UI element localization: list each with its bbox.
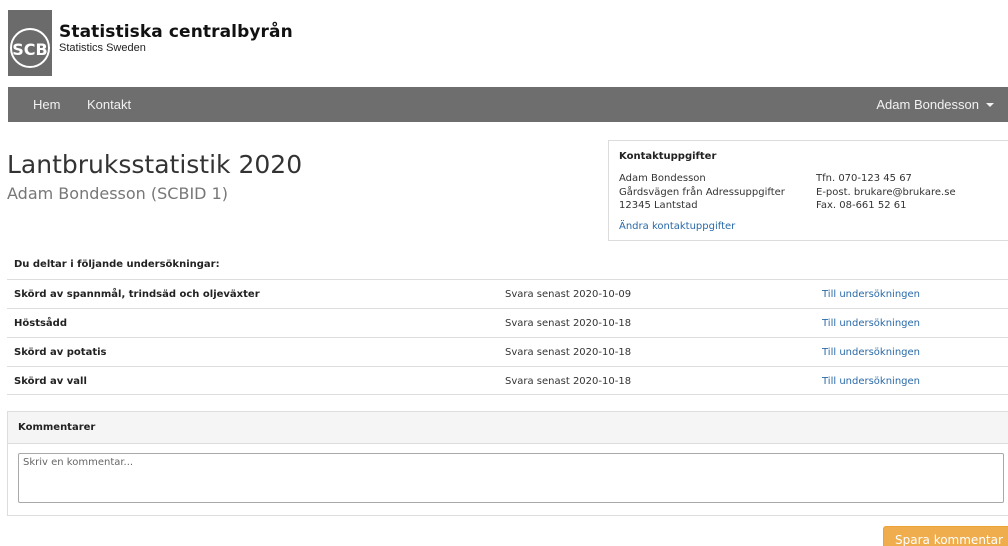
top-navbar: Hem Kontakt Adam Bondesson <box>8 87 1008 122</box>
survey-link[interactable]: Till undersökningen <box>822 376 920 387</box>
user-menu-label: Adam Bondesson <box>876 97 979 112</box>
logo-text: SCB <box>12 40 47 59</box>
page-title: Lantbruksstatistik 2020 <box>7 150 303 179</box>
save-comment-button[interactable]: Spara kommentar <box>883 526 1008 546</box>
survey-link[interactable]: Till undersökningen <box>822 289 920 300</box>
caret-down-icon <box>986 102 994 107</box>
survey-name: Höstsådd <box>14 318 67 329</box>
edit-contact-link[interactable]: Ändra kontaktuppgifter <box>619 221 735 232</box>
contact-heading: Kontaktuppgifter <box>619 151 717 162</box>
comments-heading: Kommentarer <box>18 422 96 433</box>
survey-name: Skörd av potatis <box>14 347 107 358</box>
survey-link[interactable]: Till undersökningen <box>822 347 920 358</box>
user-menu-dropdown[interactable]: Adam Bondesson <box>876 97 994 112</box>
contact-name: Adam Bondesson <box>619 173 706 184</box>
nav-contact-link[interactable]: Kontakt <box>87 97 131 112</box>
survey-deadline: Svara senast 2020-10-09 <box>505 289 632 300</box>
scb-logo[interactable]: SCB <box>8 10 52 76</box>
table-row: Höstsådd Svara senast 2020-10-18 Till un… <box>7 308 1008 337</box>
nav-home-link[interactable]: Hem <box>33 97 60 112</box>
contact-address: Adam Bondesson Gårdsvägen från Adressupp… <box>619 172 785 213</box>
table-row: Skörd av spannmål, trindsäd och oljeväxt… <box>7 279 1008 308</box>
comments-panel: Kommentarer <box>7 411 1008 516</box>
brand-title: Statistiska centralbyrån <box>59 22 293 42</box>
site-header: SCB Statistiska centralbyrån Statistics … <box>0 0 1008 86</box>
contact-fax: Fax. 08-661 52 61 <box>816 200 907 211</box>
comment-input[interactable] <box>18 453 1004 503</box>
brand-subtitle: Statistics Sweden <box>59 42 146 54</box>
contact-postal: 12345 Lantstad <box>619 200 698 211</box>
contact-phone: Tfn. 070-123 45 67 <box>816 173 912 184</box>
survey-name: Skörd av spannmål, trindsäd och oljeväxt… <box>14 289 260 300</box>
surveys-heading: Du deltar i följande undersökningar: <box>14 259 220 270</box>
contact-email: E-post. brukare@brukare.se <box>816 186 956 198</box>
survey-link[interactable]: Till undersökningen <box>822 318 920 329</box>
survey-deadline: Svara senast 2020-10-18 <box>505 376 632 387</box>
survey-deadline: Svara senast 2020-10-18 <box>505 347 632 358</box>
contact-street: Gårdsvägen från Adressuppgifter <box>619 186 785 198</box>
comments-header: Kommentarer <box>8 412 1008 444</box>
table-row: Skörd av vall Svara senast 2020-10-18 Ti… <box>7 366 1008 395</box>
contact-info-box: Kontaktuppgifter Adam Bondesson Gårdsväg… <box>608 140 1008 241</box>
survey-name: Skörd av vall <box>14 376 87 387</box>
surveys-table: Skörd av spannmål, trindsäd och oljeväxt… <box>7 279 1008 395</box>
scb-logo-mark: SCB <box>8 10 52 76</box>
page-subtitle: Adam Bondesson (SCBID 1) <box>7 184 228 203</box>
table-row: Skörd av potatis Svara senast 2020-10-18… <box>7 337 1008 366</box>
survey-deadline: Svara senast 2020-10-18 <box>505 318 632 329</box>
contact-details: Tfn. 070-123 45 67 E-post. brukare@bruka… <box>816 172 956 213</box>
